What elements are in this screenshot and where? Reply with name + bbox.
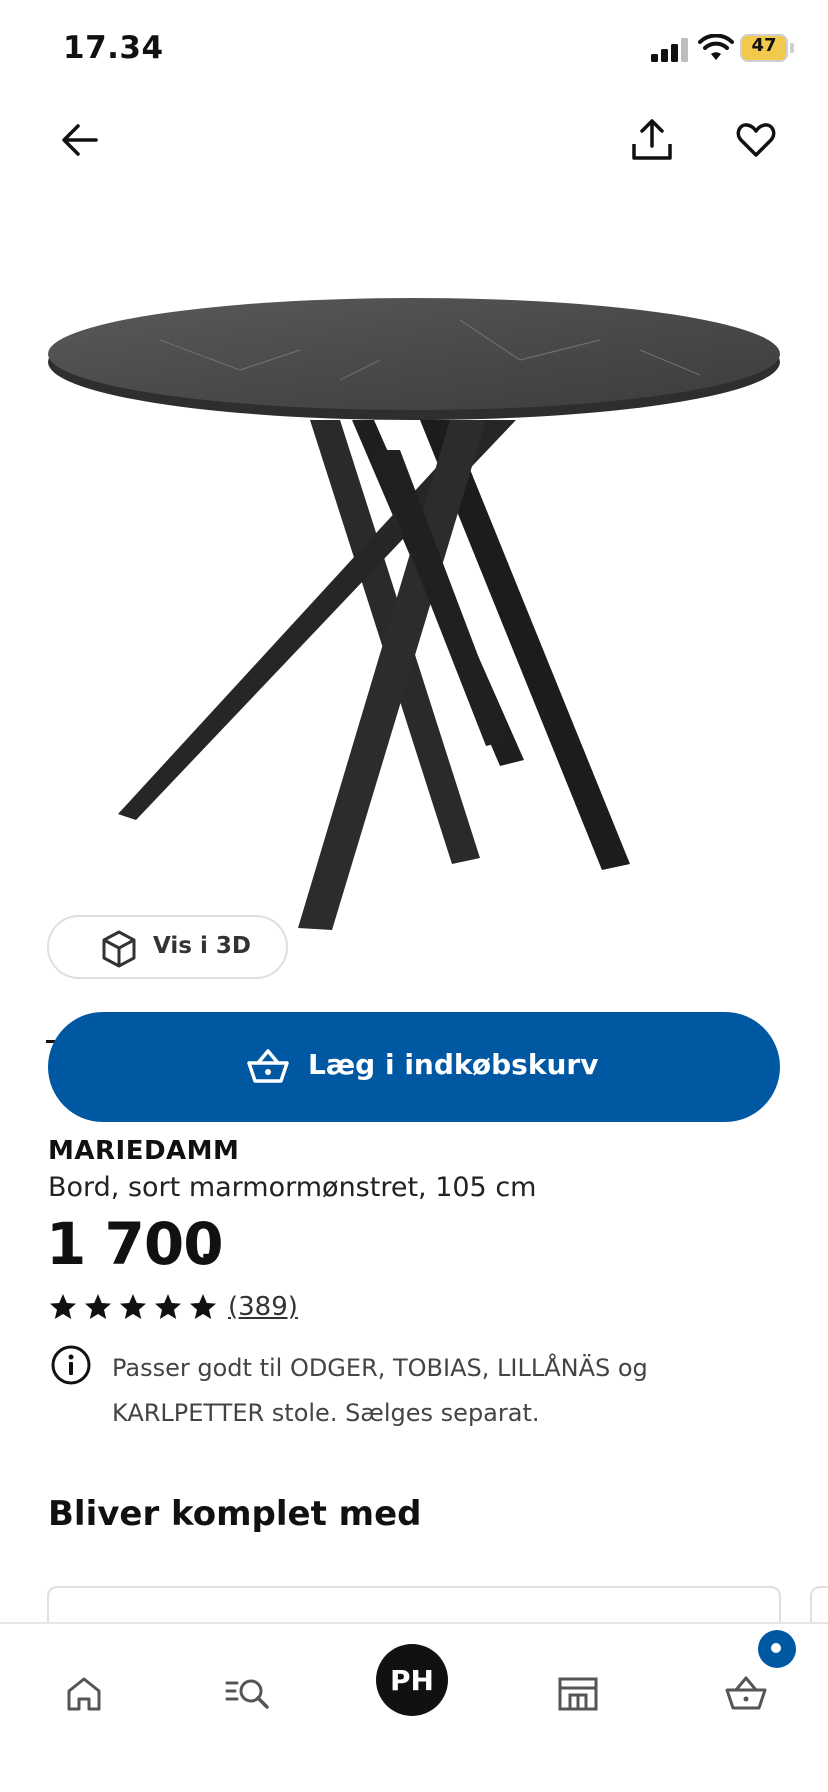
status-bar: 17.34 47: [0, 0, 828, 100]
store-icon: [558, 1677, 598, 1711]
search-icon: [225, 1679, 269, 1709]
star-icon: [120, 1294, 146, 1319]
star-icon: [50, 1294, 76, 1319]
add-to-cart-button[interactable]: Læg i indkøbskurv: [48, 1012, 780, 1122]
home-icon: [67, 1677, 101, 1711]
basket-icon: [247, 1049, 289, 1083]
compatibility-info: Passer godt til ODGER, TOBIAS, LILLÅNÄS …: [112, 1354, 648, 1427]
share-upload-icon: [632, 119, 672, 160]
heart-icon: [736, 123, 776, 157]
status-time: 17.34: [63, 30, 164, 66]
review-count-link[interactable]: (389): [228, 1292, 298, 1322]
share-button[interactable]: [624, 112, 680, 168]
bottom-navigation: PH: [0, 1622, 828, 1792]
product-page: 17.34 47 Vis i 3D Læg i indkøbskurv MARI…: [0, 0, 828, 1792]
nav-profile-avatar[interactable]: PH: [376, 1644, 448, 1716]
cart-icon: [725, 1676, 767, 1710]
info-icon: [51, 1345, 91, 1385]
nav-search[interactable]: [218, 1664, 278, 1724]
battery-icon: 47: [740, 34, 794, 62]
add-to-cart-label: Læg i indkøbskurv: [308, 1048, 599, 1081]
nav-cart[interactable]: [716, 1664, 776, 1724]
section-title: Bliver komplet med: [48, 1494, 422, 1534]
product-image: [48, 298, 780, 930]
cart-badge: [758, 1630, 796, 1668]
view-3d-button[interactable]: Vis i 3D: [47, 915, 288, 979]
star-icon: [190, 1294, 216, 1319]
cellular-signal-icon: [651, 38, 688, 62]
star-icon: [85, 1294, 111, 1319]
view-3d-label: Vis i 3D: [153, 933, 251, 959]
battery-level: 47: [751, 35, 777, 56]
product-description: Bord, sort marmormønstret, 105 cm: [48, 1172, 537, 1203]
favorite-button[interactable]: [728, 112, 784, 168]
back-button[interactable]: [52, 112, 108, 168]
cube-3d-icon: [102, 930, 136, 968]
nav-store[interactable]: [548, 1664, 608, 1724]
price-suffix: .-: [192, 1240, 213, 1270]
wifi-icon: [698, 34, 734, 60]
arrow-left-icon: [62, 124, 98, 156]
rating-stars[interactable]: [48, 1292, 218, 1322]
star-icon: [155, 1294, 181, 1319]
nav-home[interactable]: [54, 1664, 114, 1724]
product-name: MARIEDAMM: [48, 1136, 240, 1166]
